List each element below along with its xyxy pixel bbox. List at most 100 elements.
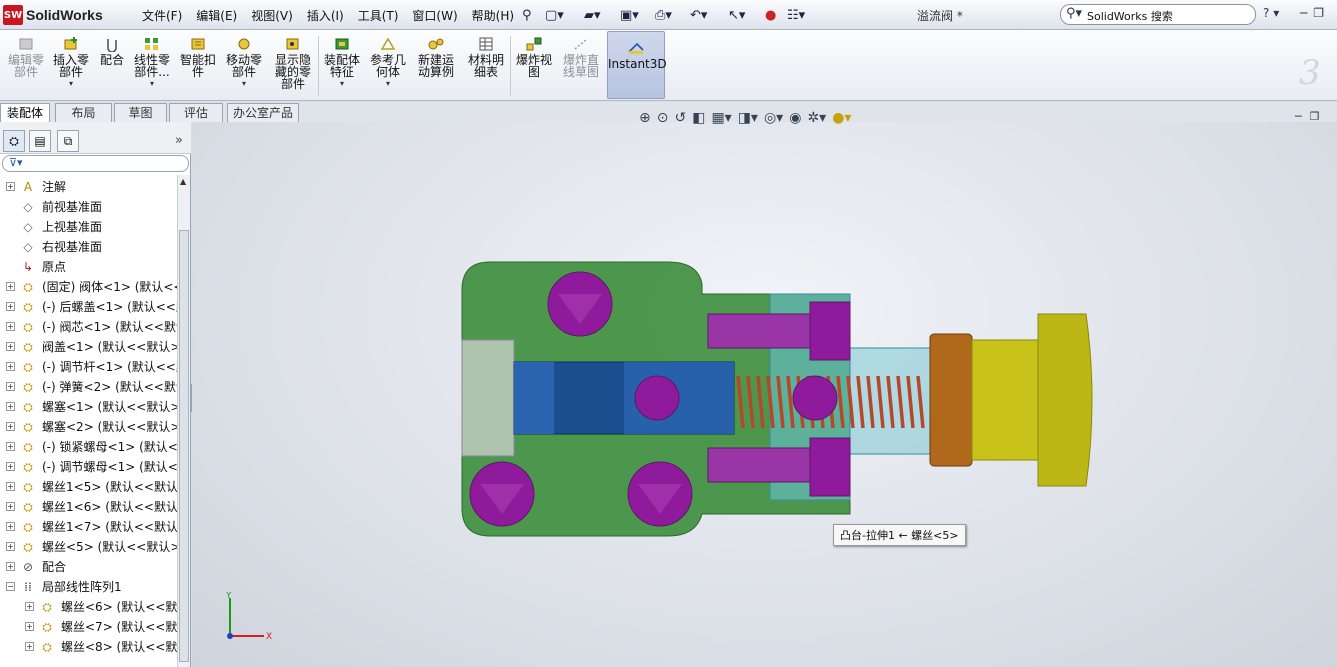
tree-item[interactable]: + ⛭ (-) 调节螺母<1> (默认< bbox=[0, 457, 177, 477]
menu-view[interactable]: 视图(V) bbox=[244, 7, 300, 24]
expand-toggle-icon[interactable]: + bbox=[6, 302, 15, 311]
new-document-icon[interactable]: ▢▾ bbox=[545, 5, 564, 25]
expand-toggle-icon[interactable]: + bbox=[6, 442, 15, 451]
save-icon[interactable]: ▣▾ bbox=[620, 5, 639, 25]
tree-item[interactable]: + ⛭ (-) 弹簧<2> (默认<<默认 bbox=[0, 377, 177, 397]
feature-tree-filter[interactable]: ⊽▾ bbox=[2, 155, 189, 172]
menu-tools[interactable]: 工具(T) bbox=[351, 7, 406, 24]
select-arrow-icon[interactable]: ↖▾ bbox=[728, 5, 745, 25]
show-hidden-components-button[interactable]: 显示隐 藏的零 部件 bbox=[271, 34, 315, 90]
property-manager-tab-icon[interactable]: ▤ bbox=[29, 130, 51, 152]
undo-icon[interactable]: ↶▾ bbox=[690, 5, 707, 25]
graphics-area[interactable]: ⊕ ⊙ ↺ ◧ ▦▾ ◨▾ ◎▾ ◉ ✲▾ ●▾ ─❐ 凸台-拉伸1 ← 螺丝<… bbox=[192, 110, 1337, 667]
adjusting-nut-body[interactable] bbox=[971, 339, 1039, 461]
tree-item[interactable]: − ⁞⁞ 局部线性阵列1 bbox=[0, 577, 177, 597]
apply-scene-icon[interactable]: ✲▾ bbox=[807, 110, 826, 126]
view-settings-icon[interactable]: ●▾ bbox=[832, 110, 851, 126]
tree-item[interactable]: ↳ 原点 bbox=[0, 257, 177, 277]
tree-item[interactable]: + ⛭ 螺丝1<7> (默认<<默认: bbox=[0, 517, 177, 537]
zoom-to-area-icon[interactable]: ⊙ bbox=[657, 110, 669, 126]
insert-component-button[interactable]: 插入零 部件 ▾ bbox=[51, 34, 91, 90]
edit-component-button[interactable]: 编辑零 部件 bbox=[6, 34, 46, 78]
hide-show-items-icon[interactable]: ◎▾ bbox=[764, 110, 783, 126]
solidworks-logo[interactable]: SW SolidWorks bbox=[3, 4, 123, 26]
filter-icon[interactable]: ⊽▾ bbox=[9, 156, 23, 169]
tab-evaluate[interactable]: 评估 bbox=[169, 103, 223, 122]
assembly-features-button[interactable]: 装配体 特征 ▾ bbox=[321, 34, 363, 90]
lower-screw-head[interactable] bbox=[809, 437, 851, 497]
bill-of-materials-button[interactable]: 材料明 细表 bbox=[465, 34, 507, 78]
pin-icon[interactable]: ⚲ bbox=[522, 5, 532, 25]
expand-toggle-icon[interactable]: + bbox=[6, 362, 15, 371]
window-controls[interactable]: ─❐ bbox=[1300, 6, 1330, 20]
new-motion-study-button[interactable]: 新建运 动算例 bbox=[415, 34, 457, 78]
menu-edit[interactable]: 编辑(E) bbox=[189, 7, 244, 24]
tree-item[interactable]: + ⛭ 螺丝1<6> (默认<<默认: bbox=[0, 497, 177, 517]
tree-item[interactable]: + ⛭ 螺丝1<5> (默认<<默认: bbox=[0, 477, 177, 497]
expand-toggle-icon[interactable]: + bbox=[6, 562, 15, 571]
expand-toggle-icon[interactable]: + bbox=[6, 342, 15, 351]
tree-item[interactable]: + ⛭ 螺丝<8> (默认<<默认 bbox=[0, 637, 177, 657]
help-icon[interactable]: ? ▾ bbox=[1263, 6, 1279, 20]
explode-line-sketch-button[interactable]: 爆炸直 线草图 bbox=[559, 34, 603, 78]
tab-sketch[interactable]: 草图 bbox=[114, 103, 167, 122]
smart-fasteners-button[interactable]: 智能扣 件 bbox=[178, 34, 218, 78]
tab-layout[interactable]: 布局 bbox=[55, 103, 112, 122]
expand-toggle-icon[interactable]: + bbox=[6, 462, 15, 471]
tree-item[interactable]: ◇ 前视基准面 bbox=[0, 197, 177, 217]
expand-toggle-icon[interactable]: + bbox=[6, 422, 15, 431]
tree-item[interactable]: + ⛭ 螺丝<6> (默认<<默认 bbox=[0, 597, 177, 617]
lower-screw-shank[interactable] bbox=[707, 447, 819, 483]
dropdown-arrow-icon[interactable]: ▾ bbox=[223, 78, 265, 90]
upper-screw-shank[interactable] bbox=[707, 313, 819, 349]
viewport-window-controls[interactable]: ─❐ bbox=[1295, 110, 1327, 123]
expand-toggle-icon[interactable]: + bbox=[6, 382, 15, 391]
dropdown-arrow-icon[interactable]: ▾ bbox=[51, 78, 91, 90]
adjusting-nut-cap[interactable] bbox=[1037, 313, 1093, 487]
exploded-view-button[interactable]: 爆炸视 图 bbox=[513, 34, 555, 78]
tree-item[interactable]: + ⛭ 螺塞<2> (默认<<默认>_ bbox=[0, 417, 177, 437]
display-style-icon[interactable]: ◨▾ bbox=[738, 110, 758, 126]
menu-insert[interactable]: 插入(I) bbox=[300, 7, 351, 24]
expand-toggle-icon[interactable]: + bbox=[6, 502, 15, 511]
expand-toggle-icon[interactable]: + bbox=[25, 622, 34, 631]
previous-view-icon[interactable]: ↺ bbox=[674, 110, 686, 126]
reference-geometry-button[interactable]: 参考几 何体 ▾ bbox=[367, 34, 409, 90]
expand-toggle-icon[interactable]: + bbox=[6, 522, 15, 531]
expand-toggle-icon[interactable]: + bbox=[6, 322, 15, 331]
expand-toggle-icon[interactable]: + bbox=[6, 182, 15, 191]
menu-window[interactable]: 窗口(W) bbox=[405, 7, 464, 24]
linear-pattern-button[interactable]: 线性零 部件... ▾ bbox=[131, 34, 173, 90]
dropdown-arrow-icon[interactable]: ▾ bbox=[321, 78, 363, 90]
tab-office-products[interactable]: 办公室产品 bbox=[227, 103, 299, 122]
collapse-panel-icon[interactable]: » bbox=[175, 133, 183, 148]
expand-toggle-icon[interactable]: + bbox=[25, 602, 34, 611]
dropdown-arrow-icon[interactable]: ▾ bbox=[367, 78, 409, 90]
scrollbar-thumb[interactable] bbox=[179, 230, 189, 662]
tree-scrollbar[interactable]: ▲ bbox=[177, 175, 190, 667]
tree-item[interactable]: ◇ 上视基准面 bbox=[0, 217, 177, 237]
instant3d-button[interactable]: Instant3D bbox=[607, 31, 667, 99]
tree-item[interactable]: + ⛭ (-) 调节杆<1> (默认<<默 bbox=[0, 357, 177, 377]
tree-item[interactable]: + ⛭ (-) 后螺盖<1> (默认<<默 bbox=[0, 297, 177, 317]
tree-item[interactable]: + ⛭ (固定) 阀体<1> (默认<<默 bbox=[0, 277, 177, 297]
expand-toggle-icon[interactable]: + bbox=[6, 542, 15, 551]
tree-item[interactable]: + ⛭ 螺塞<1> (默认<<默认>_ bbox=[0, 397, 177, 417]
screw-head-center[interactable] bbox=[634, 375, 680, 421]
tree-item[interactable]: + ⛭ 阀盖<1> (默认<<默认>_ bbox=[0, 337, 177, 357]
lock-nut[interactable] bbox=[929, 333, 973, 467]
upper-screw-head[interactable] bbox=[809, 301, 851, 361]
view-orientation-icon[interactable]: ▦▾ bbox=[711, 110, 731, 126]
menu-file[interactable]: 文件(F) bbox=[135, 7, 189, 24]
dropdown-arrow-icon[interactable]: ▾ bbox=[131, 78, 173, 90]
search-icon[interactable]: ⚲▾ bbox=[1066, 6, 1082, 21]
tree-item[interactable]: + ⛭ (-) 阀芯<1> (默认<<默认 bbox=[0, 317, 177, 337]
assembly-model[interactable] bbox=[458, 258, 1098, 538]
expand-toggle-icon[interactable]: + bbox=[25, 642, 34, 651]
options-icon[interactable]: ☷▾ bbox=[787, 5, 805, 25]
expand-toggle-icon[interactable]: + bbox=[6, 282, 15, 291]
mate-button[interactable]: 配合 bbox=[96, 34, 128, 66]
tree-item[interactable]: ◇ 右视基准面 bbox=[0, 237, 177, 257]
plug-threads[interactable] bbox=[461, 339, 515, 457]
print-icon[interactable]: ⎙▾ bbox=[655, 5, 672, 25]
